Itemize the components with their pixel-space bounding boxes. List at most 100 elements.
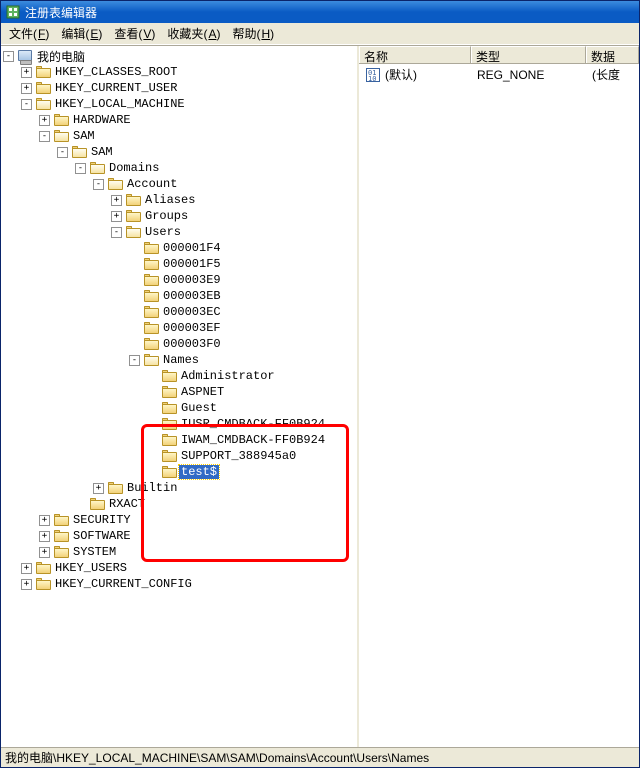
folder-icon <box>143 305 159 319</box>
status-path: 我的电脑\HKEY_LOCAL_MACHINE\SAM\SAM\Domains\… <box>5 749 429 766</box>
content-area: - 我的电脑 +HKEY_CLASSES_ROOT +HKEY_CURRENT_… <box>1 45 639 747</box>
tree-node-name[interactable]: IUSR_CMDBACK-FF0B924 <box>147 416 357 432</box>
expand-icon[interactable]: + <box>39 515 50 526</box>
tree-node-hkcr[interactable]: +HKEY_CLASSES_ROOT <box>21 64 357 80</box>
tree-node-builtin[interactable]: +Builtin <box>93 480 357 496</box>
statusbar: 我的电脑\HKEY_LOCAL_MACHINE\SAM\SAM\Domains\… <box>1 747 639 767</box>
folder-icon <box>53 513 69 527</box>
list-row[interactable]: 0110 (默认) REG_NONE (长度 <box>361 66 637 83</box>
folder-open-icon <box>143 353 159 367</box>
col-name[interactable]: 名称 <box>359 46 471 63</box>
collapse-icon[interactable]: - <box>111 227 122 238</box>
values-panel: 名称 类型 数据 0110 (默认) REG_NONE (长度 <box>359 46 639 747</box>
tree-node-account[interactable]: -Account <box>93 176 357 192</box>
collapse-icon[interactable]: - <box>3 51 14 62</box>
tree-node-user-id[interactable]: 000003EF <box>129 320 357 336</box>
folder-open-icon <box>125 225 141 239</box>
tree-node-name[interactable]: Administrator <box>147 368 357 384</box>
tree-node-names[interactable]: -Names <box>129 352 357 368</box>
tree-node-name[interactable]: test$ <box>147 464 357 480</box>
tree-node-hkcu[interactable]: +HKEY_CURRENT_USER <box>21 80 357 96</box>
folder-icon <box>161 401 177 415</box>
tree-node-system[interactable]: +SYSTEM <box>39 544 357 560</box>
folder-icon <box>53 545 69 559</box>
expand-icon[interactable]: + <box>21 563 32 574</box>
tree-node-name[interactable]: Guest <box>147 400 357 416</box>
binary-value-icon: 0110 <box>365 68 381 82</box>
collapse-icon[interactable]: - <box>21 99 32 110</box>
tree-node-hkcc[interactable]: +HKEY_CURRENT_CONFIG <box>21 576 357 592</box>
tree-node-hardware[interactable]: +HARDWARE <box>39 112 357 128</box>
folder-icon <box>161 433 177 447</box>
list-body[interactable]: 0110 (默认) REG_NONE (长度 <box>359 64 639 747</box>
folder-icon <box>143 289 159 303</box>
tree-node-hklm[interactable]: -HKEY_LOCAL_MACHINE <box>21 96 357 112</box>
folder-icon <box>143 337 159 351</box>
folder-open-icon <box>89 161 105 175</box>
folder-icon <box>35 561 51 575</box>
titlebar[interactable]: 注册表编辑器 <box>1 1 639 23</box>
folder-open-icon <box>71 145 87 159</box>
tree-node-sam2[interactable]: -SAM <box>57 144 357 160</box>
folder-open-icon <box>35 97 51 111</box>
folder-icon <box>35 65 51 79</box>
menu-help[interactable]: 帮助(H) <box>226 23 280 44</box>
collapse-icon[interactable]: - <box>39 131 50 142</box>
tree-node-aliases[interactable]: +Aliases <box>111 192 357 208</box>
expand-icon[interactable]: + <box>93 483 104 494</box>
menu-favorites[interactable]: 收藏夹(A) <box>161 23 226 44</box>
app-icon <box>5 4 21 20</box>
expand-icon[interactable]: + <box>111 211 122 222</box>
folder-icon <box>125 193 141 207</box>
col-type[interactable]: 类型 <box>471 46 586 63</box>
collapse-icon[interactable]: - <box>75 163 86 174</box>
expand-icon[interactable]: + <box>39 547 50 558</box>
window-title: 注册表编辑器 <box>25 4 97 21</box>
folder-icon <box>143 257 159 271</box>
computer-icon <box>17 49 33 63</box>
list-header: 名称 类型 数据 <box>359 46 639 64</box>
tree-node-user-id[interactable]: 000003EC <box>129 304 357 320</box>
col-data[interactable]: 数据 <box>586 46 639 63</box>
tree-node-name[interactable]: IWAM_CMDBACK-FF0B924 <box>147 432 357 448</box>
tree-node-groups[interactable]: +Groups <box>111 208 357 224</box>
menu-view[interactable]: 查看(V) <box>108 23 161 44</box>
collapse-icon[interactable]: - <box>57 147 68 158</box>
tree-node-user-id[interactable]: 000001F5 <box>129 256 357 272</box>
tree-node-user-id[interactable]: 000003E9 <box>129 272 357 288</box>
tree-root[interactable]: - 我的电脑 <box>3 48 357 64</box>
folder-icon <box>143 321 159 335</box>
tree-node-hku[interactable]: +HKEY_USERS <box>21 560 357 576</box>
expand-icon[interactable]: + <box>39 531 50 542</box>
folder-icon <box>161 369 177 383</box>
tree-node-user-id[interactable]: 000001F4 <box>129 240 357 256</box>
expand-icon[interactable]: + <box>111 195 122 206</box>
folder-icon <box>89 497 105 511</box>
tree-node-user-id[interactable]: 000003EB <box>129 288 357 304</box>
expand-icon[interactable]: + <box>21 83 32 94</box>
tree-node-user-id[interactable]: 000003F0 <box>129 336 357 352</box>
tree-node-users[interactable]: -Users <box>111 224 357 240</box>
folder-icon <box>143 273 159 287</box>
folder-icon <box>35 81 51 95</box>
tree-node-name[interactable]: SUPPORT_388945a0 <box>147 448 357 464</box>
tree-node-sam[interactable]: -SAM <box>39 128 357 144</box>
expand-icon[interactable]: + <box>39 115 50 126</box>
tree-node-software[interactable]: +SOFTWARE <box>39 528 357 544</box>
tree-node-name[interactable]: ASPNET <box>147 384 357 400</box>
tree-panel[interactable]: - 我的电脑 +HKEY_CLASSES_ROOT +HKEY_CURRENT_… <box>1 46 359 747</box>
collapse-icon[interactable]: - <box>129 355 140 366</box>
folder-icon <box>125 209 141 223</box>
folder-icon <box>53 113 69 127</box>
expand-icon[interactable]: + <box>21 67 32 78</box>
tree-node-security[interactable]: +SECURITY <box>39 512 357 528</box>
tree-node-rxact[interactable]: RXACT <box>75 496 357 512</box>
menu-edit[interactable]: 编辑(E) <box>55 23 108 44</box>
tree-node-domains[interactable]: -Domains <box>75 160 357 176</box>
expand-icon[interactable]: + <box>21 579 32 590</box>
menu-file[interactable]: 文件(F) <box>3 23 55 44</box>
folder-icon <box>161 385 177 399</box>
collapse-icon[interactable]: - <box>93 179 104 190</box>
folder-icon <box>35 577 51 591</box>
folder-icon <box>53 529 69 543</box>
